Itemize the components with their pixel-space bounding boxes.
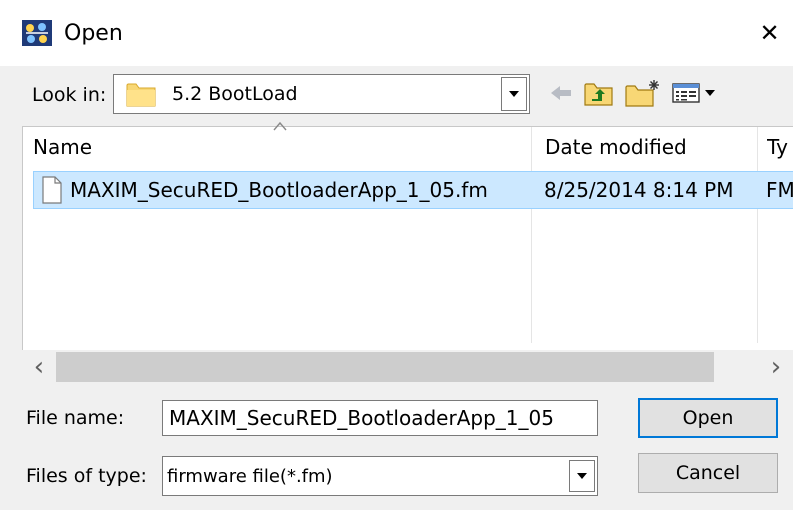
- chevron-down-icon: [577, 473, 587, 479]
- file-name-label: File name:: [26, 407, 125, 429]
- files-of-type-dropdown[interactable]: firmware file(*.fm): [162, 456, 598, 496]
- look-in-dropdown[interactable]: 5.2 BootLoad: [113, 74, 530, 114]
- up-one-level-icon: [584, 83, 613, 106]
- files-of-type-label: Files of type:: [26, 465, 147, 487]
- column-separator[interactable]: [757, 127, 758, 343]
- scroll-left-button[interactable]: ‹: [22, 350, 56, 384]
- sort-ascending-icon: [273, 121, 287, 131]
- file-name-cell: MAXIM_SecuRED_BootloaderApp_1_05.fm: [70, 178, 488, 202]
- open-file-dialog: Open ✕ Look in: 5.2 BootLoad Name Date m…: [0, 0, 793, 510]
- column-header-name[interactable]: Name: [33, 127, 533, 167]
- column-separator[interactable]: [531, 127, 532, 343]
- look-in-dropdown-arrow[interactable]: [501, 77, 527, 111]
- dialog-title: Open: [64, 21, 123, 46]
- file-row-selected[interactable]: MAXIM_SecuRED_BootloaderApp_1_05.fm 8/25…: [33, 171, 793, 209]
- folder-icon: [126, 83, 156, 107]
- file-type-cell: FM: [766, 178, 793, 202]
- horizontal-scrollbar[interactable]: ‹ ›: [22, 350, 793, 384]
- new-folder-icon: [625, 80, 659, 107]
- view-menu-icon: [672, 83, 715, 103]
- title-bar: Open ✕: [0, 0, 793, 66]
- app-icon: [22, 20, 52, 46]
- open-button[interactable]: Open: [638, 398, 778, 438]
- column-header-date-modified[interactable]: Date modified: [545, 127, 755, 167]
- scrollbar-thumb[interactable]: [56, 352, 714, 382]
- back-button[interactable]: [546, 78, 576, 108]
- cancel-button[interactable]: Cancel: [638, 453, 778, 493]
- chevron-down-icon: [509, 91, 519, 97]
- chevron-left-icon: ‹: [33, 352, 45, 382]
- back-arrow-icon: [551, 86, 571, 100]
- close-button[interactable]: ✕: [746, 10, 793, 56]
- look-in-label: Look in:: [32, 84, 107, 106]
- view-menu-button[interactable]: [670, 78, 720, 108]
- close-icon: ✕: [759, 19, 780, 47]
- file-list[interactable]: Name Date modified Ty MAXIM_SecuRED_Boot…: [22, 121, 793, 382]
- document-icon: [42, 176, 62, 204]
- file-name-input[interactable]: [162, 400, 598, 436]
- files-of-type-dropdown-arrow[interactable]: [569, 460, 595, 492]
- file-date-cell: 8/25/2014 8:14 PM: [544, 178, 734, 202]
- new-folder-button[interactable]: [624, 78, 664, 108]
- files-of-type-value: firmware file(*.fm): [167, 466, 333, 487]
- chevron-right-icon: ›: [770, 352, 782, 382]
- look-in-value: 5.2 BootLoad: [172, 83, 298, 105]
- column-header-type[interactable]: Ty: [767, 127, 793, 167]
- up-one-level-button[interactable]: [582, 78, 616, 108]
- scroll-right-button[interactable]: ›: [759, 350, 793, 384]
